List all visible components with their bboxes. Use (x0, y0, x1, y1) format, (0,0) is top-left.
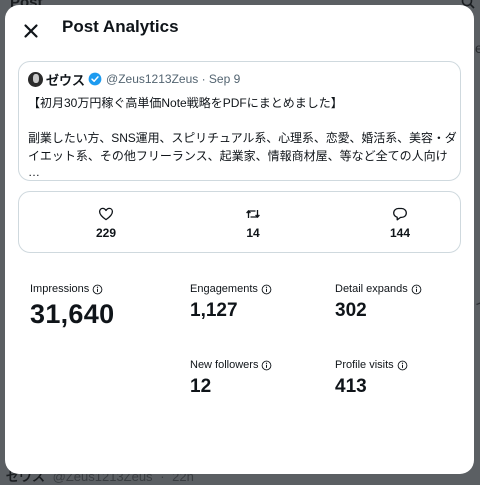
info-icon[interactable] (261, 360, 272, 371)
author-handle-date: @Zeus1213Zeus · Sep 9 (106, 72, 241, 86)
new-followers-label: New followers (190, 359, 259, 371)
post-text-ellipsis: … (28, 165, 40, 179)
impressions-value: 31,640 (30, 299, 115, 329)
engagement-bar: 229 14 144 (18, 191, 461, 253)
post-text-line: イエット系、その他フリーランス、起業家、情報商材屋、等など全ての人向け (28, 149, 448, 163)
info-icon[interactable] (92, 284, 103, 295)
engagements-metric: Engagements 1,127 (190, 283, 272, 322)
detail-expands-label: Detail expands (335, 283, 408, 295)
new-followers-value: 12 (190, 376, 212, 397)
detail-expands-value: 302 (335, 300, 367, 321)
replies-stat[interactable]: 144 (370, 206, 430, 240)
info-icon[interactable] (397, 360, 408, 371)
author-name[interactable]: ゼウス (46, 70, 85, 89)
verified-icon (88, 72, 102, 86)
info-icon[interactable] (261, 284, 272, 295)
post-text-line: 【初月30万円稼ぐ高単価Note戦略をPDFにまとめました】 (28, 96, 343, 110)
reply-icon (393, 207, 407, 221)
detail-expands-metric: Detail expands 302 (335, 283, 422, 322)
engagements-value: 1,127 (190, 300, 238, 321)
replies-count: 144 (389, 226, 411, 240)
new-followers-metric: New followers 12 (190, 359, 272, 398)
impressions-label: Impressions (30, 283, 90, 295)
reposts-stat[interactable]: 14 (223, 206, 283, 240)
quoted-post-card[interactable]: ゼウス @Zeus1213Zeus · Sep 9 【初月30万円稼ぐ高単価No… (18, 61, 461, 181)
post-text-line: 副業したい方、SNS運用、スピリチュアル系、心理系、恋愛、婚活系、美容・ダ (28, 131, 457, 145)
profile-visits-label: Profile visits (335, 359, 394, 371)
impressions-metric: Impressions 31,640 (30, 283, 114, 330)
profile-visits-value: 413 (335, 376, 367, 397)
likes-count: 229 (95, 226, 117, 240)
heart-icon (98, 207, 114, 221)
profile-visits-metric: Profile visits 413 (335, 359, 408, 398)
reposts-count: 14 (246, 226, 260, 240)
avatar[interactable] (28, 71, 43, 87)
post-header: ゼウス @Zeus1213Zeus · Sep 9 (28, 70, 240, 88)
close-icon[interactable] (19, 19, 43, 43)
modal-title: Post Analytics (62, 17, 179, 36)
post-analytics-modal: Post Analytics ゼウス @Zeus1213Zeus · Sep 9… (5, 5, 474, 474)
likes-stat[interactable]: 229 (76, 206, 136, 240)
info-icon[interactable] (411, 284, 422, 295)
background-edge-text: ev イ (475, 40, 480, 312)
engagements-label: Engagements (190, 283, 258, 295)
repost-icon (246, 210, 260, 218)
